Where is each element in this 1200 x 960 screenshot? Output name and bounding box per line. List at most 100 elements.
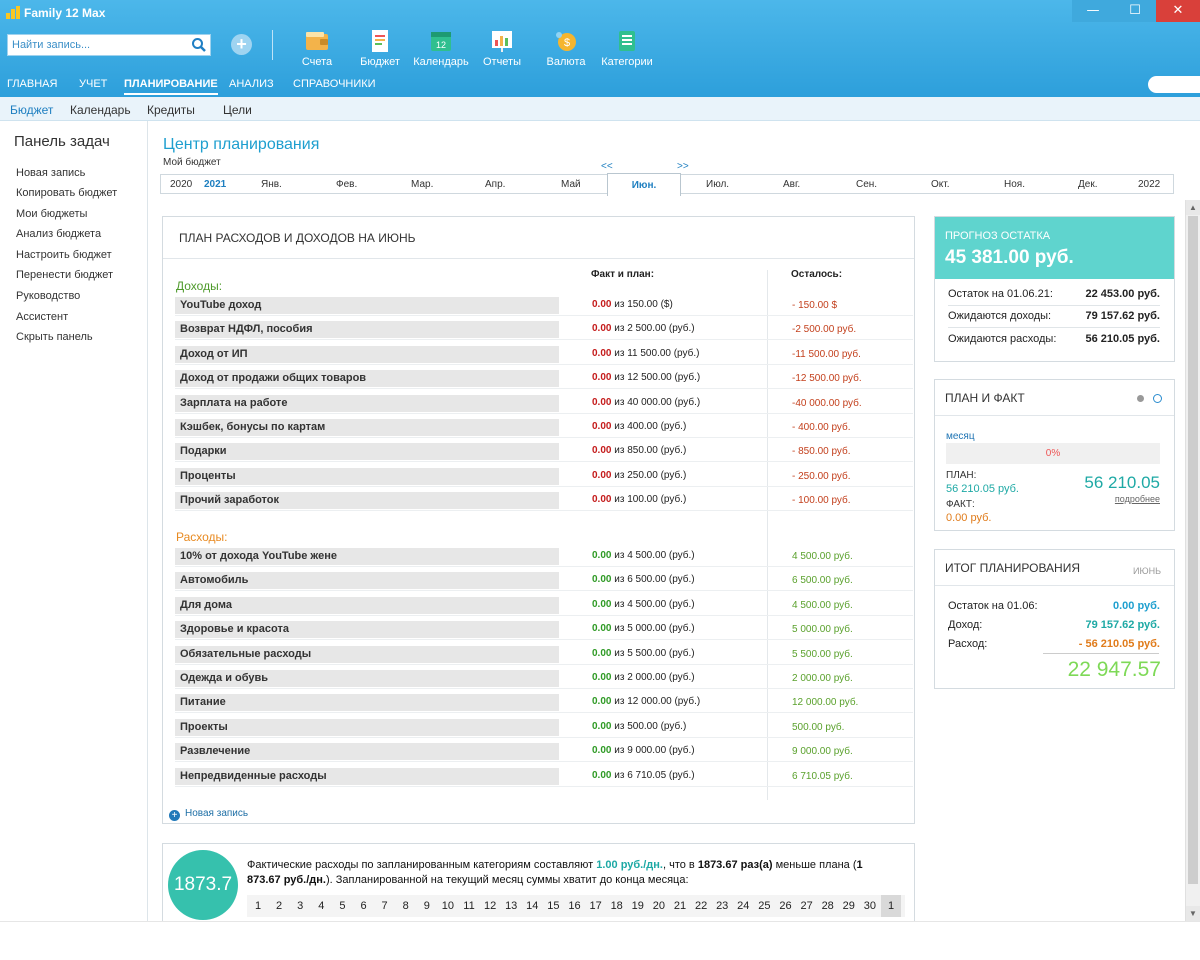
search-icon[interactable] (191, 37, 207, 53)
nav-accounting[interactable]: Учет (79, 78, 107, 90)
close-button[interactable]: ✕ (1156, 0, 1200, 22)
search-input[interactable] (8, 35, 186, 55)
remaining-value: 6 710.05 руб. (792, 770, 853, 782)
reports-button[interactable]: Отчеты (471, 28, 533, 68)
currency-label: Валюта (546, 56, 586, 68)
forecast-value: 45 381.00 руб. (945, 247, 1074, 268)
month-may[interactable]: Май (561, 179, 581, 190)
plan-row[interactable]: Автомобиль 0.00 из 6 500.00 (руб.) 6 500.0… (175, 571, 913, 592)
vertical-scrollbar[interactable]: ▲ ▼ (1185, 200, 1200, 921)
year-2022[interactable]: 2022 (1138, 179, 1160, 190)
scroll-up-icon[interactable]: ▲ (1186, 200, 1200, 215)
month-feb[interactable]: Фев. (336, 179, 357, 190)
month-nov[interactable]: Ноя. (1004, 179, 1025, 190)
add-button[interactable]: + (231, 34, 252, 55)
plan-row[interactable]: Доход от продажи общих товаров 0.00 из 12… (175, 369, 913, 390)
plan-row[interactable]: Проекты 0.00 из 500.00 (руб.) 500.00 руб. (175, 718, 913, 738)
month-aug[interactable]: Авг. (783, 179, 800, 190)
subnav-credits[interactable]: Кредиты (147, 103, 195, 117)
plan-row[interactable]: YouTube доход 0.00 из 150.00 ($) - 150.00 … (175, 296, 913, 316)
month-sep[interactable]: Сен. (856, 179, 877, 190)
plan-row[interactable]: Возврат НДФЛ, пособия 0.00 из 2 500.00 (р… (175, 320, 913, 341)
month-jul[interactable]: Июл. (706, 179, 729, 190)
subnav-goals[interactable]: Цели (223, 103, 252, 117)
total-amount: 79 157.62 руб. (1085, 619, 1160, 631)
fact-value: 0.00 (592, 445, 612, 457)
month-jun[interactable]: Июн. (607, 173, 681, 196)
plan-row[interactable]: Проценты 0.00 из 250.00 (руб.) - 250.00 ру… (175, 467, 913, 487)
new-entry-link[interactable]: + Новая запись (169, 808, 248, 821)
month-mar[interactable]: Мар. (411, 179, 433, 190)
task-guide[interactable]: Руководство (16, 290, 80, 302)
plan-row[interactable]: Развлечение 0.00 из 9 000.00 (руб.) 9 000.… (175, 742, 913, 763)
plan-row[interactable]: Зарплата на работе 0.00 из 40 000.00 (руб… (175, 394, 913, 414)
category-name: Здоровье и красота (175, 621, 559, 639)
year-2020[interactable]: 2020 (170, 179, 192, 190)
plan-row[interactable]: Для дома 0.00 из 4 500.00 (руб.) 4 500.00 … (175, 596, 913, 616)
plan-row[interactable]: Непредвиденные расходы 0.00 из 6 710.05 (… (175, 767, 913, 787)
plan-row[interactable]: Прочий заработок 0.00 из 100.00 (руб.) - 1… (175, 491, 913, 512)
year-2021[interactable]: 2021 (204, 179, 226, 190)
month-jan[interactable]: Янв. (261, 179, 282, 190)
fact-plan: 0.00 из 250.00 (руб.) (592, 470, 686, 481)
plan-row[interactable]: Здоровье и красота 0.00 из 5 000.00 (руб.… (175, 620, 913, 641)
nav-search-field[interactable] (1148, 76, 1200, 93)
task-budget-analysis[interactable]: Анализ бюджета (16, 228, 101, 240)
scroll-thumb[interactable] (1188, 216, 1198, 884)
categories-button[interactable]: Категории (596, 28, 658, 68)
subnav-calendar[interactable]: Календарь (70, 103, 131, 117)
plan-row[interactable]: Питание 0.00 из 12 000.00 (руб.) 12 000.00… (175, 693, 913, 714)
task-new-entry[interactable]: Новая запись (16, 167, 85, 179)
new-entry-label: Новая запись (185, 808, 249, 819)
fact-plan: 0.00 из 4 500.00 (руб.) (592, 550, 695, 561)
task-configure-budget[interactable]: Настроить бюджет (16, 249, 112, 261)
plan-row[interactable]: Доход от ИП 0.00 из 11 500.00 (руб.) -11 5… (175, 345, 913, 365)
prev-period-button[interactable]: << (601, 161, 613, 172)
scroll-down-icon[interactable]: ▼ (1186, 906, 1200, 921)
plan-row[interactable]: Обязательные расходы 0.00 из 5 500.00 (ру… (175, 645, 913, 665)
task-my-budgets[interactable]: Мои бюджеты (16, 208, 87, 220)
subnav-budget[interactable]: Бюджет (10, 103, 53, 117)
day-cell: 22 (694, 900, 708, 912)
next-period-button[interactable]: >> (677, 161, 689, 172)
plan-row[interactable]: Подарки 0.00 из 850.00 (руб.) - 850.00 руб… (175, 442, 913, 463)
page-dot-icon[interactable] (1153, 394, 1162, 403)
currency-button[interactable]: $ Валюта (535, 28, 597, 68)
plan-row[interactable]: 10% от дохода YouTube жене 0.00 из 4 500.… (175, 547, 913, 567)
remaining-value: 6 500.00 руб. (792, 575, 853, 587)
fact-plan: 0.00 из 2 500.00 (руб.) (592, 323, 695, 334)
details-link[interactable]: подробнее (1115, 494, 1160, 504)
minimize-button[interactable]: — (1072, 0, 1114, 22)
budget-button[interactable]: Бюджет (349, 28, 411, 68)
fact-value: 0.00 (592, 323, 612, 335)
accounts-button[interactable]: Счета (286, 28, 348, 68)
month-dec[interactable]: Дек. (1078, 179, 1098, 190)
plan-row[interactable]: Одежда и обувь 0.00 из 2 000.00 (руб.) 2 0… (175, 669, 913, 689)
plan-fact-period[interactable]: месяц (946, 431, 975, 442)
month-apr[interactable]: Апр. (485, 179, 505, 190)
page-dot-icon[interactable] (1137, 395, 1144, 402)
task-hide-panel[interactable]: Скрыть панель (16, 331, 93, 343)
task-copy-budget[interactable]: Копировать бюджет (16, 187, 117, 199)
nav-analysis[interactable]: Анализ (229, 78, 274, 90)
app-logo-icon (6, 6, 20, 19)
month-oct[interactable]: Окт. (931, 179, 950, 190)
summary-ratio: 1873.67 раз(а) (697, 859, 773, 871)
task-move-budget[interactable]: Перенести бюджет (16, 269, 113, 281)
categories-icon (619, 31, 635, 51)
nav-references[interactable]: Справочники (293, 78, 376, 90)
day-cell: 19 (631, 900, 644, 912)
fact-plan: 0.00 из 5 500.00 (руб.) (592, 648, 695, 659)
task-assistant[interactable]: Ассистент (16, 311, 68, 323)
fact-value: 0.00 (592, 696, 612, 708)
calendar-button[interactable]: 12 Календарь (410, 28, 472, 68)
day-cell: 5 (339, 900, 346, 912)
total-row: Расход: - 56 210.05 руб. (948, 638, 1160, 650)
nav-home[interactable]: Главная (7, 78, 57, 90)
fact-value: 0.00 (592, 550, 612, 561)
fact-value: 0.00 (592, 299, 612, 310)
plan-row[interactable]: Кэшбек, бонусы по картам 0.00 из 400.00 (… (175, 418, 913, 438)
maximize-button[interactable]: ☐ (1114, 0, 1156, 22)
nav-planning[interactable]: Планирование (124, 78, 218, 95)
fact-value: 0.00 (592, 720, 612, 732)
